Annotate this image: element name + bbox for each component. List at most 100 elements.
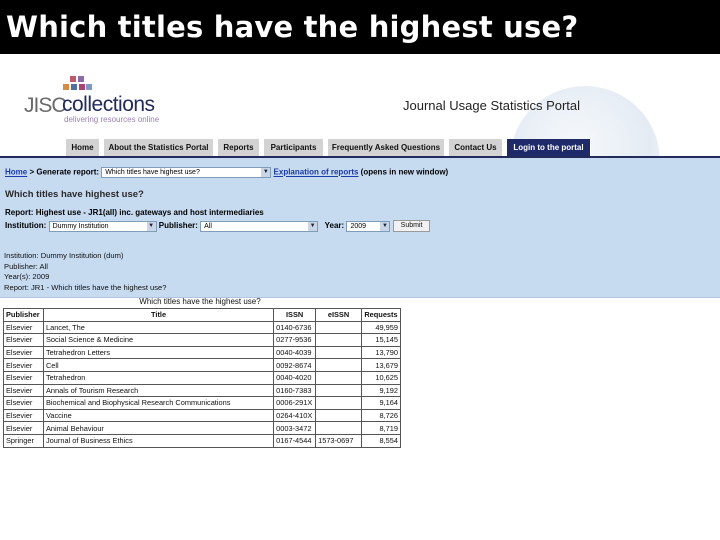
institution-value: Dummy Institution	[52, 222, 109, 230]
cell-requests: 9,164	[360, 396, 402, 410]
table-row: Elsevier Tetrahedron 0040-4020 10,625	[3, 370, 402, 385]
report-label: Report:	[5, 208, 34, 217]
col-header-issn: ISSN	[273, 308, 317, 322]
cell-issn: 0040-4039	[273, 345, 317, 360]
summary-years: Year(s): 2009	[4, 272, 50, 281]
table-row: Elsevier Tetrahedron Letters 0040-4039 1…	[3, 345, 402, 360]
cell-requests: 8,719	[360, 421, 402, 435]
report-line: Report: Highest use - JR1(all) inc. gate…	[5, 208, 264, 217]
year-label: Year:	[324, 221, 345, 231]
table-row: Springer Journal of Business Ethics 0167…	[3, 433, 402, 448]
report-value: Highest use - JR1(all) inc. gateways and…	[35, 208, 264, 217]
col-header-eissn: eISSN	[315, 308, 362, 322]
cell-title: Cell	[42, 358, 275, 372]
chevron-down-icon: ▼	[380, 221, 390, 231]
cell-requests: 8,554	[360, 433, 402, 448]
explanation-link[interactable]: Explanation of reports	[274, 168, 359, 177]
report-summary: Institution: Dummy Institution (dum) Pub…	[4, 251, 167, 293]
slide-title: Which titles have the highest use?	[0, 0, 720, 54]
table-header-row: Publisher Title ISSN eISSN Requests	[3, 308, 402, 322]
nav-tab-contact[interactable]: Contact Us	[449, 139, 503, 157]
summary-publisher: Publisher: All	[4, 261, 48, 271]
submit-button[interactable]: Submit	[392, 220, 431, 232]
report-type-select[interactable]: Which titles have highest use? ▼	[101, 167, 272, 178]
institution-label: Institution:	[5, 221, 47, 231]
cell-title: Annals of Tourism Research	[42, 383, 275, 398]
table-row: Elsevier Annals of Tourism Research 0160…	[3, 383, 402, 398]
logo-square	[63, 84, 69, 90]
logo-square	[70, 76, 76, 82]
breadcrumb-home-link[interactable]: Home	[5, 168, 27, 177]
report-type-value: Which titles have highest use?	[105, 169, 200, 176]
cell-title: Vaccine	[42, 408, 275, 423]
summary-report: Report: JR1 - Which titles have the high…	[4, 282, 167, 292]
cell-issn: 0277-9536	[273, 333, 317, 347]
cell-requests: 10,625	[360, 370, 402, 385]
year-select[interactable]: 2009 ▼	[346, 220, 391, 232]
cell-publisher: Elsevier	[3, 408, 44, 423]
cell-publisher: Elsevier	[3, 333, 44, 347]
cell-publisher: Elsevier	[3, 383, 44, 398]
col-header-publisher: Publisher	[3, 308, 44, 322]
table-row: Elsevier Lancet, The 0140-6736 49,959	[3, 320, 402, 335]
logo-brand-left: JISC	[24, 94, 67, 117]
nav-tab-reports[interactable]: Reports	[218, 139, 260, 157]
cell-requests: 8,726	[360, 408, 402, 423]
cell-publisher: Elsevier	[3, 421, 44, 435]
col-header-title: Title	[42, 308, 275, 322]
institution-select[interactable]: Dummy Institution ▼	[48, 220, 157, 232]
publisher-value: All	[204, 222, 212, 230]
cell-title: Animal Behaviour	[42, 421, 275, 435]
cell-eissn	[315, 408, 362, 423]
breadcrumb: Home > Generate report: Which titles hav…	[5, 167, 448, 178]
cell-issn: 0040-4020	[273, 370, 317, 385]
cell-eissn	[315, 383, 362, 398]
logo-square	[78, 76, 84, 82]
nav-tab-login[interactable]: Login to the portal	[507, 139, 591, 157]
col-header-requests: Requests	[360, 308, 402, 322]
nav-tab-home[interactable]: Home	[66, 139, 100, 157]
logo-square	[86, 84, 92, 90]
publisher-select[interactable]: All ▼	[200, 220, 319, 232]
cell-publisher: Springer	[3, 433, 44, 448]
cell-title: Tetrahedron	[42, 370, 275, 385]
cell-issn: 0140-6736	[273, 320, 317, 335]
cell-title: Social Science & Medicine	[42, 333, 275, 347]
cell-publisher: Elsevier	[3, 320, 44, 335]
cell-title: Biochemical and Biophysical Research Com…	[42, 396, 275, 410]
table-row: Elsevier Biochemical and Biophysical Res…	[3, 396, 402, 410]
nav-tab-participants[interactable]: Participants	[264, 139, 324, 157]
cell-eissn	[315, 396, 362, 410]
logo-square	[71, 84, 77, 90]
chevron-down-icon: ▼	[146, 221, 156, 231]
generate-report-label: Generate report:	[36, 167, 100, 177]
cell-issn: 0160-7383	[273, 383, 317, 398]
cell-eissn	[315, 370, 362, 385]
portal-name: Journal Usage Statistics Portal	[403, 98, 581, 113]
nav-tab-faq[interactable]: Frequently Asked Questions	[328, 139, 445, 157]
cell-eissn	[315, 320, 362, 335]
cell-requests: 13,679	[360, 358, 402, 372]
cell-eissn: 1573-0697	[315, 433, 362, 448]
cell-issn: 0092-8674	[273, 358, 317, 372]
breadcrumb-separator: >	[29, 167, 35, 177]
cell-eissn	[315, 421, 362, 435]
cell-publisher: Elsevier	[3, 345, 44, 360]
cell-issn: 0003-3472	[273, 421, 317, 435]
cell-eissn	[315, 358, 362, 372]
cell-title: Journal of Business Ethics	[42, 433, 275, 448]
summary-institution: Institution: Dummy Institution (dum)	[4, 251, 124, 260]
portal-screenshot: JISC collections delivering resources on…	[0, 56, 720, 540]
cell-eissn	[315, 333, 362, 347]
cell-requests: 13,790	[360, 345, 402, 360]
report-filter-form: Institution: Dummy Institution ▼ Publish…	[5, 220, 431, 232]
cell-title: Lancet, The	[42, 320, 275, 335]
logo-brand-right: collections	[62, 93, 155, 116]
logo-tagline: delivering resources online	[64, 115, 160, 124]
cell-requests: 15,145	[360, 333, 402, 347]
cell-publisher: Elsevier	[3, 370, 44, 385]
nav-tab-about[interactable]: About the Statistics Portal	[104, 139, 214, 157]
explanation-note: (opens in new window)	[360, 167, 449, 177]
results-table: Publisher Title ISSN eISSN Requests Else…	[3, 308, 402, 448]
jisc-collections-logo[interactable]: JISC collections delivering resources on…	[22, 74, 182, 124]
